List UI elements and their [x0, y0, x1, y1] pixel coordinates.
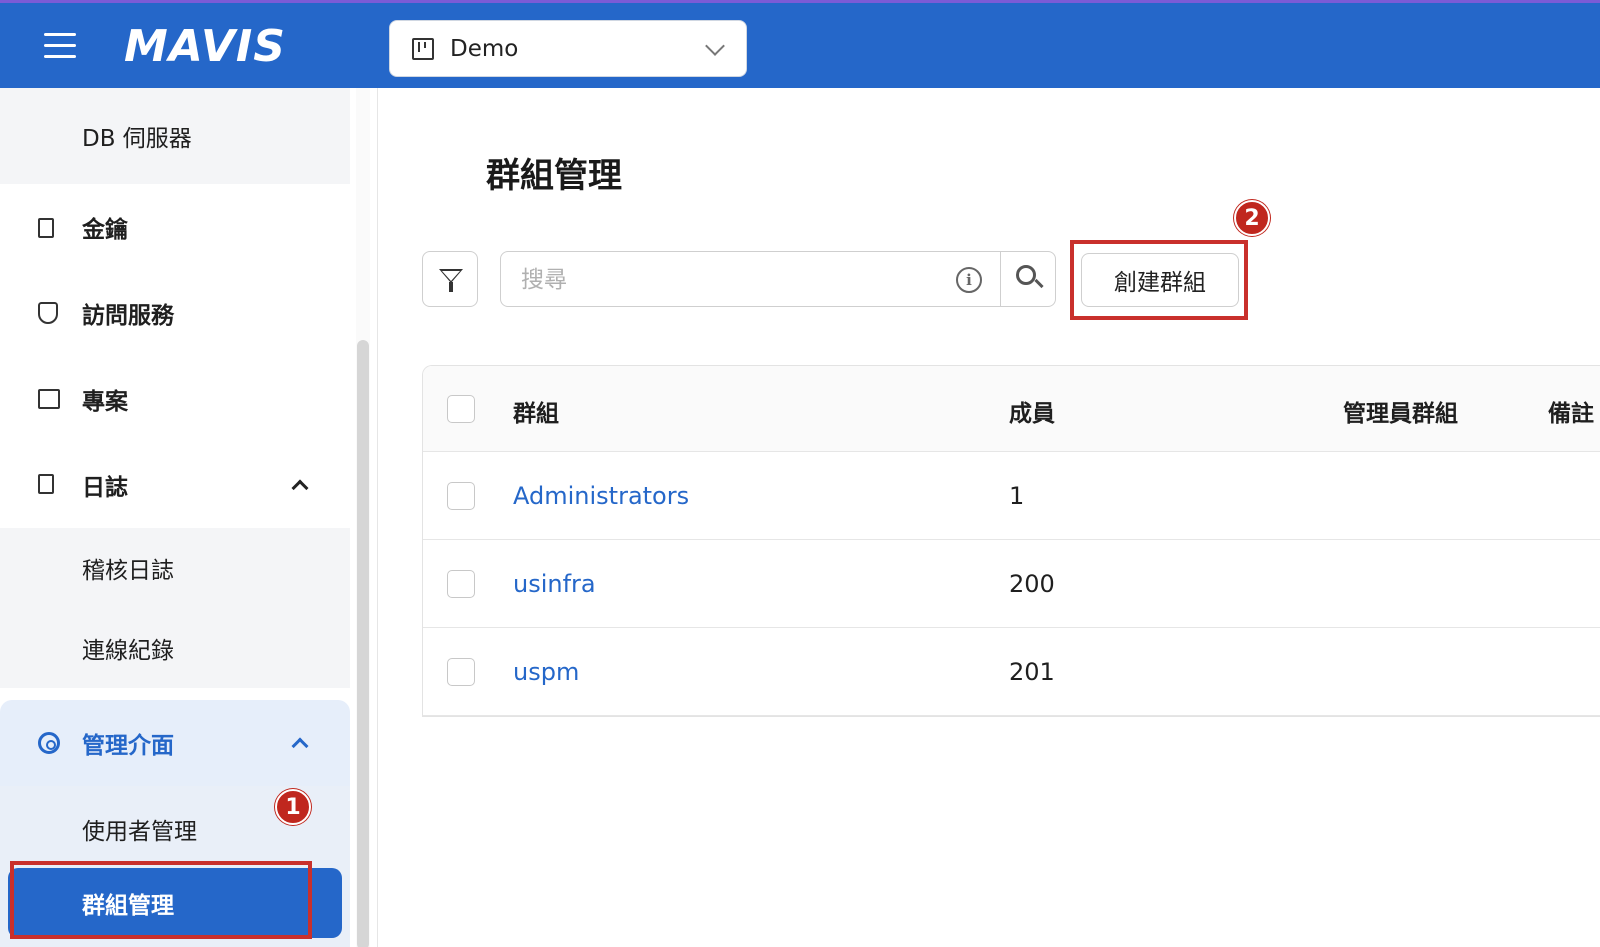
shield-icon: [38, 302, 58, 324]
table-header: 群組 成員 管理員群組 備註: [423, 366, 1600, 452]
groups-table: 群組 成員 管理員群組 備註 Administrators 1 usinfra …: [422, 365, 1600, 717]
annotation-highlight-group-management: [10, 861, 312, 939]
sidebar-item-keys[interactable]: 金鑰: [0, 184, 350, 270]
column-header-notes[interactable]: 備註: [1548, 394, 1594, 428]
annotation-highlight-create-group: [1070, 240, 1248, 320]
search-box: i: [500, 251, 1056, 307]
row-checkbox[interactable]: [447, 482, 475, 510]
key-icon: [38, 218, 54, 238]
group-name-link[interactable]: usinfra: [513, 570, 596, 598]
sidebar-item-access-services[interactable]: 訪問服務: [0, 270, 350, 356]
sidebar-item-projects[interactable]: 專案: [0, 356, 350, 442]
select-all-checkbox[interactable]: [447, 395, 475, 423]
group-members-count: 1: [1009, 482, 1025, 510]
sidebar-item-label: 日誌: [82, 475, 128, 501]
project-icon: [38, 389, 60, 409]
sidebar-item-label: DB 伺服器: [82, 126, 192, 152]
chevron-up-icon[interactable]: [291, 737, 309, 755]
sidebar-item-label: 訪問服務: [82, 303, 174, 329]
group-members-count: 201: [1009, 658, 1055, 686]
row-checkbox[interactable]: [447, 658, 475, 686]
sidebar: DB 伺服器 金鑰 訪問服務 專案 日誌 稽核日誌 連線紀錄 管理介面 使用者管…: [0, 88, 378, 947]
search-button[interactable]: [1000, 252, 1056, 306]
info-icon[interactable]: i: [956, 267, 982, 293]
search-icon: [1016, 265, 1036, 285]
sidebar-scrollbar-thumb[interactable]: [357, 340, 369, 947]
column-header-members[interactable]: 成員: [1009, 394, 1055, 428]
row-checkbox[interactable]: [447, 570, 475, 598]
top-bar: MAVIS Demo: [0, 0, 1600, 88]
filter-button[interactable]: [422, 251, 478, 307]
app-logo: MAVIS: [124, 21, 286, 72]
table-row: uspm 201: [423, 628, 1600, 716]
project-icon: [412, 37, 434, 60]
sidebar-item-db-server[interactable]: DB 伺服器: [0, 88, 350, 184]
log-icon: [38, 474, 54, 494]
sidebar-item-label: 金鑰: [82, 217, 128, 243]
project-selector[interactable]: Demo: [389, 20, 747, 77]
column-header-group[interactable]: 群組: [513, 394, 559, 428]
group-members-count: 200: [1009, 570, 1055, 598]
sidebar-item-label: 專案: [82, 389, 128, 415]
annotation-badge-1: 1: [275, 789, 311, 825]
sidebar-item-label: 管理介面: [82, 733, 174, 759]
table-row: usinfra 200: [423, 540, 1600, 628]
sidebar-item-logs[interactable]: 日誌: [0, 442, 350, 528]
chevron-down-icon: [705, 36, 725, 56]
gear-icon: [38, 732, 60, 754]
sidebar-item-label: 使用者管理: [82, 819, 197, 845]
sidebar-item-label: 連線紀錄: [82, 638, 174, 664]
group-name-link[interactable]: Administrators: [513, 482, 689, 510]
search-input[interactable]: [521, 262, 941, 298]
column-header-admin-group[interactable]: 管理員群組: [1343, 394, 1458, 428]
table-row: Administrators 1: [423, 452, 1600, 540]
hamburger-menu-icon[interactable]: [44, 33, 76, 59]
page-title: 群組管理: [486, 156, 622, 196]
sidebar-item-connection-records[interactable]: 連線紀錄: [0, 608, 350, 688]
chevron-up-icon[interactable]: [291, 479, 309, 497]
sidebar-item-admin[interactable]: 管理介面: [0, 700, 350, 786]
group-name-link[interactable]: uspm: [513, 658, 579, 686]
sidebar-item-audit-logs[interactable]: 稽核日誌: [0, 528, 350, 608]
annotation-badge-2: 2: [1234, 200, 1270, 236]
project-selector-value: Demo: [450, 35, 519, 62]
sidebar-item-label: 稽核日誌: [82, 558, 174, 584]
